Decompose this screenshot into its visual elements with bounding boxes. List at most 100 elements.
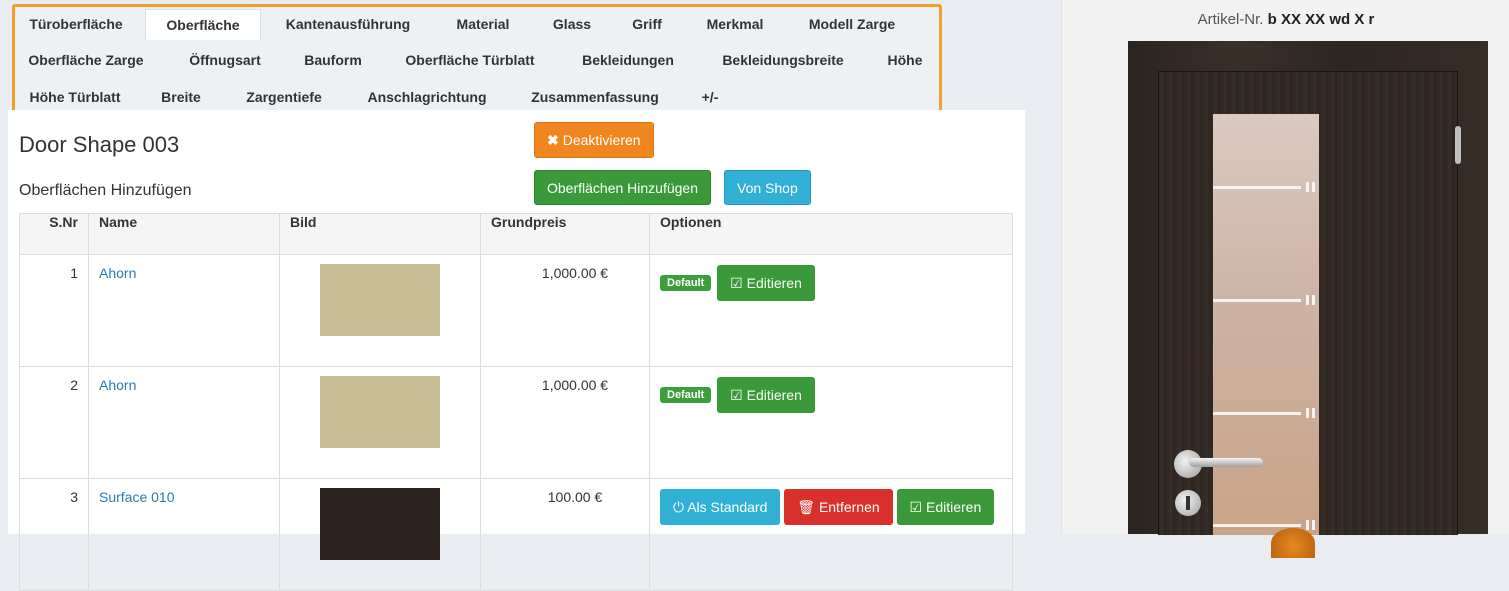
tab-oberflaeche-tuerblatt[interactable]: Oberfläche Türblatt xyxy=(395,45,545,75)
tab-bauform[interactable]: Bauform xyxy=(295,45,371,75)
edit-icon: ☑ xyxy=(909,499,923,515)
surfaces-table: S.Nr Name Bild Grundpreis Optionen 1 Aho… xyxy=(19,213,1013,591)
row-options: Default ☑ Editieren xyxy=(649,366,1013,479)
tab-oberflaeche-zarge[interactable]: Oberfläche Zarge xyxy=(21,45,151,75)
edit-label: Editieren xyxy=(746,275,802,291)
article-prefix: Artikel-Nr. xyxy=(1197,11,1264,28)
tab-zusammenfassung[interactable]: Zusammenfassung xyxy=(525,82,665,112)
row-options: Default ☑ Editieren xyxy=(649,254,1013,367)
article-code: b XX XX wd X r xyxy=(1267,11,1375,28)
row-image-cell xyxy=(279,254,481,367)
remove-button[interactable]: 🗑 Entfernen xyxy=(784,489,893,525)
tab-zargentiefe[interactable]: Zargentiefe xyxy=(239,82,329,112)
table-row: 3 Surface 010 100.00 € ⏻ Als Standard 🗑 … xyxy=(19,478,1013,591)
row-name-cell: Surface 010 xyxy=(88,478,280,591)
tab-hoehe-tuerblatt[interactable]: Höhe Türblatt xyxy=(21,82,129,112)
from-shop-button[interactable]: Von Shop xyxy=(724,170,811,205)
glass-stripe xyxy=(1213,299,1301,302)
glass-stripe-mark xyxy=(1312,295,1315,305)
close-icon: ✖ xyxy=(547,132,559,148)
glass-stripe xyxy=(1213,524,1301,527)
row-image-cell xyxy=(279,366,481,479)
row-price: 1,000.00 € xyxy=(480,254,650,367)
header-optionen: Optionen xyxy=(649,213,1013,255)
tab-merkmal[interactable]: Merkmal xyxy=(693,9,777,39)
article-number: Artikel-Nr. b XX XX wd X r xyxy=(1062,11,1509,28)
row-nr: 1 xyxy=(19,254,89,367)
row-name-cell: Ahorn xyxy=(88,366,280,479)
surface-swatch-image xyxy=(320,376,440,448)
tab-bekleidungsbreite[interactable]: Bekleidungsbreite xyxy=(709,45,857,75)
door-handle xyxy=(1189,458,1263,467)
glass-stripe xyxy=(1213,412,1301,415)
door-frame-image xyxy=(1128,41,1488,558)
door-lock-icon xyxy=(1175,490,1201,516)
tab-row-2: Oberfläche Zarge Öffnugsart Bauform Ober… xyxy=(15,45,939,79)
tab-material[interactable]: Material xyxy=(443,9,523,39)
tab-kantenausfuehrung[interactable]: Kantenausführung xyxy=(277,9,419,39)
set-default-button[interactable]: ⏻ Als Standard xyxy=(660,489,781,525)
tab-breite[interactable]: Breite xyxy=(155,82,207,112)
surface-name-link[interactable]: Ahorn xyxy=(99,377,136,393)
surface-name-link[interactable]: Ahorn xyxy=(99,265,136,281)
edit-button[interactable]: ☑ Editieren xyxy=(896,489,995,525)
row-price: 1,000.00 € xyxy=(480,366,650,479)
tab-anschlagrichtung[interactable]: Anschlagrichtung xyxy=(361,82,493,112)
door-knob xyxy=(1271,528,1315,558)
tab-plus-minus[interactable]: +/- xyxy=(695,82,725,112)
glass-stripe xyxy=(1213,186,1301,189)
edit-label: Editieren xyxy=(746,387,802,403)
edit-button[interactable]: ☑ Editieren xyxy=(717,265,815,301)
glass-stripe-mark xyxy=(1312,408,1315,418)
door-hinge xyxy=(1455,126,1461,164)
header-grundpreis: Grundpreis xyxy=(480,213,650,255)
main-panel: Door Shape 003 Oberflächen Hinzufügen ✖ D… xyxy=(8,110,1025,591)
edit-icon: ☑ xyxy=(730,387,743,403)
tab-oeffnugsart[interactable]: Öffnugsart xyxy=(175,45,275,75)
remove-label: Entfernen xyxy=(818,499,880,515)
surface-name-link[interactable]: Surface 010 xyxy=(99,489,175,505)
tab-griff[interactable]: Griff xyxy=(621,9,673,39)
row-options: ⏻ Als Standard 🗑 Entfernen ☑ Editieren xyxy=(649,478,1013,591)
add-surfaces-button[interactable]: Oberflächen Hinzufügen xyxy=(534,170,711,205)
tab-tueroberflaeche[interactable]: Türoberfläche xyxy=(15,9,137,39)
tab-navigation: Türoberfläche Oberfläche Kantenausführun… xyxy=(12,4,942,114)
tab-oberflaeche[interactable]: Oberfläche xyxy=(145,9,261,40)
glass-stripe-mark xyxy=(1306,182,1309,192)
default-badge: Default xyxy=(660,275,712,291)
tab-hoehe[interactable]: Höhe xyxy=(881,45,929,75)
header-bild: Bild xyxy=(279,213,481,255)
glass-stripe-mark xyxy=(1312,182,1315,192)
tab-glass[interactable]: Glass xyxy=(543,9,601,39)
door-leaf xyxy=(1158,71,1461,558)
set-default-label: Als Standard xyxy=(687,499,768,515)
door-glass-panel xyxy=(1213,114,1319,535)
surface-swatch-image xyxy=(320,264,440,336)
glass-stripe-mark xyxy=(1306,520,1309,530)
tab-modell-zarge[interactable]: Modell Zarge xyxy=(795,9,909,39)
table-header-row: S.Nr Name Bild Grundpreis Optionen xyxy=(19,213,1013,255)
row-nr: 3 xyxy=(19,478,89,591)
default-badge: Default xyxy=(660,387,712,403)
trash-icon: 🗑 xyxy=(797,499,816,515)
glass-stripe-mark xyxy=(1306,295,1309,305)
deactivate-label: Deaktivieren xyxy=(562,132,641,148)
row-name-cell: Ahorn xyxy=(88,254,280,367)
door-preview-panel: Artikel-Nr. b XX XX wd X r xyxy=(1061,0,1509,558)
table-row: 1 Ahorn 1,000.00 € Default ☑ Editieren xyxy=(19,254,1013,367)
tab-row-1: Türoberfläche Oberfläche Kantenausführun… xyxy=(15,9,939,43)
edit-button[interactable]: ☑ Editieren xyxy=(717,377,815,413)
section-title: Oberflächen Hinzufügen xyxy=(19,182,192,199)
power-icon: ⏻ xyxy=(673,499,685,515)
deactivate-button[interactable]: ✖ Deaktivieren xyxy=(534,122,654,158)
table-row: 2 Ahorn 1,000.00 € Default ☑ Editieren xyxy=(19,366,1013,479)
row-nr: 2 xyxy=(19,366,89,479)
header-name: Name xyxy=(88,213,280,255)
tab-bekleidungen[interactable]: Bekleidungen xyxy=(571,45,685,75)
surface-swatch-image xyxy=(320,488,440,560)
page-title: Door Shape 003 xyxy=(19,132,180,157)
row-image-cell xyxy=(279,478,481,591)
row-price: 100.00 € xyxy=(480,478,650,591)
glass-stripe-mark xyxy=(1306,408,1309,418)
edit-icon: ☑ xyxy=(730,275,743,291)
